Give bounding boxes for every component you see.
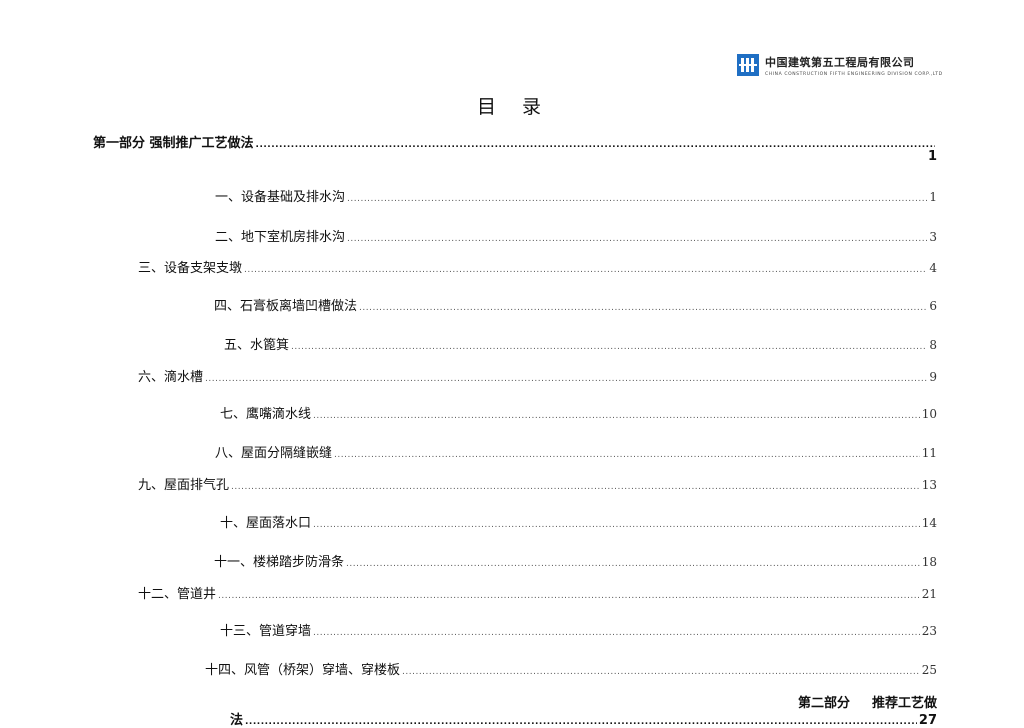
company-name-en: CHINA CONSTRUCTION FIFTH ENGINEERING DIV… bbox=[765, 72, 943, 77]
toc-entry[interactable]: 六、滴水槽9 bbox=[138, 366, 937, 385]
toc-entry[interactable]: 十四、风管（桥架）穿墙、穿楼板25 bbox=[205, 659, 937, 678]
toc-entry[interactable]: 九、屋面排气孔13 bbox=[138, 474, 937, 493]
part-1-title: 第一部分 强制推广工艺做法 bbox=[93, 136, 254, 151]
toc-entry[interactable]: 十一、楼梯踏步防滑条18 bbox=[214, 551, 937, 570]
toc-entry[interactable]: 五、水篦箕8 bbox=[224, 334, 937, 353]
toc-entry[interactable]: 八、屋面分隔缝嵌缝11 bbox=[215, 442, 937, 461]
leader-dots bbox=[256, 140, 935, 150]
toc-entry[interactable]: 一、设备基础及排水沟1 bbox=[215, 186, 937, 205]
company-logo-icon bbox=[737, 54, 759, 76]
toc-entry[interactable]: 十二、管道井21 bbox=[138, 583, 937, 602]
toc-entry[interactable]: 二、地下室机房排水沟3 bbox=[215, 226, 937, 245]
toc-entry[interactable]: 十三、管道穿墙23 bbox=[220, 620, 937, 639]
toc-entry[interactable]: 七、鹰嘴滴水线10 bbox=[220, 403, 937, 422]
toc-entry[interactable]: 十、屋面落水口14 bbox=[220, 512, 937, 531]
part-2-page: 27 bbox=[918, 713, 937, 728]
leader-dots bbox=[245, 717, 917, 727]
toc-entry[interactable]: 三、设备支架支墩4 bbox=[138, 257, 937, 276]
toc-part-1[interactable]: 第一部分 强制推广工艺做法 bbox=[93, 132, 937, 151]
part-1-page: 1 bbox=[927, 149, 937, 164]
toc-part-2[interactable]: 法 27 bbox=[230, 709, 937, 728]
company-name-cn: 中国建筑第五工程局有限公司 bbox=[765, 56, 915, 69]
company-logo: 中国建筑第五工程局有限公司 CHINA CONSTRUCTION FIFTH E… bbox=[737, 54, 943, 77]
toc-entry[interactable]: 四、石膏板离墙凹槽做法6 bbox=[214, 295, 937, 314]
toc-title: 目录 bbox=[476, 96, 548, 118]
